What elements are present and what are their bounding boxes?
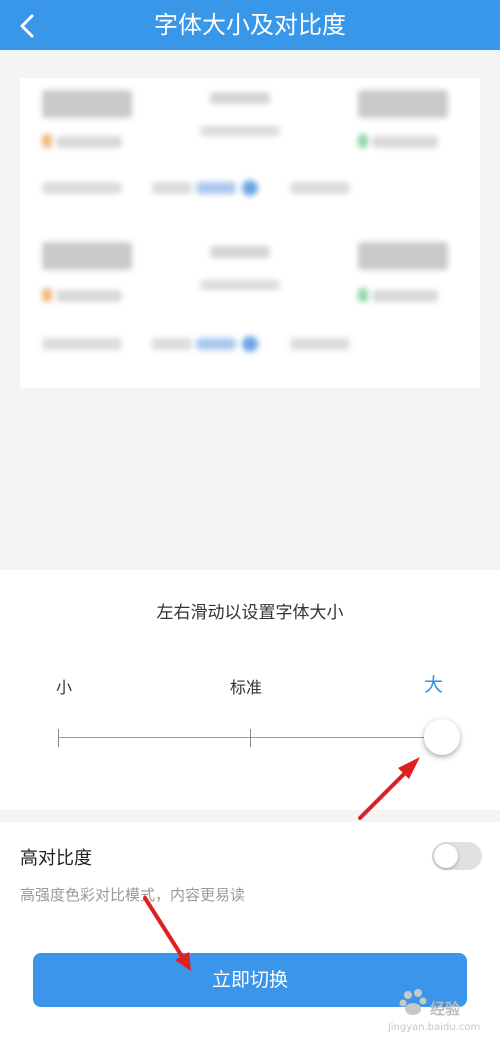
font-size-panel: 左右滑动以设置字体大小 小 标准 大 (0, 570, 500, 810)
contrast-title: 高对比度 (20, 848, 92, 869)
label-standard[interactable]: 标准 (230, 674, 262, 698)
contrast-description: 高强度色彩对比模式，内容更易读 (20, 886, 246, 904)
watermark-text: 经验 (430, 1000, 461, 1018)
preview-card (20, 78, 480, 238)
app-header: 字体大小及对比度 (0, 0, 500, 50)
slider-tick (58, 729, 59, 747)
watermark-url: jingyan.baidu.com (388, 1022, 481, 1033)
label-small[interactable]: 小 (56, 674, 72, 698)
preview-card (20, 228, 480, 388)
label-large[interactable]: 大 (424, 670, 443, 697)
slider-hint: 左右滑动以设置字体大小 (156, 603, 344, 623)
toggle-knob (434, 844, 458, 868)
slider-thumb[interactable] (424, 719, 460, 755)
slider-tick (250, 729, 251, 747)
font-preview (0, 50, 500, 570)
page-title: 字体大小及对比度 (154, 11, 346, 39)
contrast-toggle[interactable] (432, 842, 482, 870)
